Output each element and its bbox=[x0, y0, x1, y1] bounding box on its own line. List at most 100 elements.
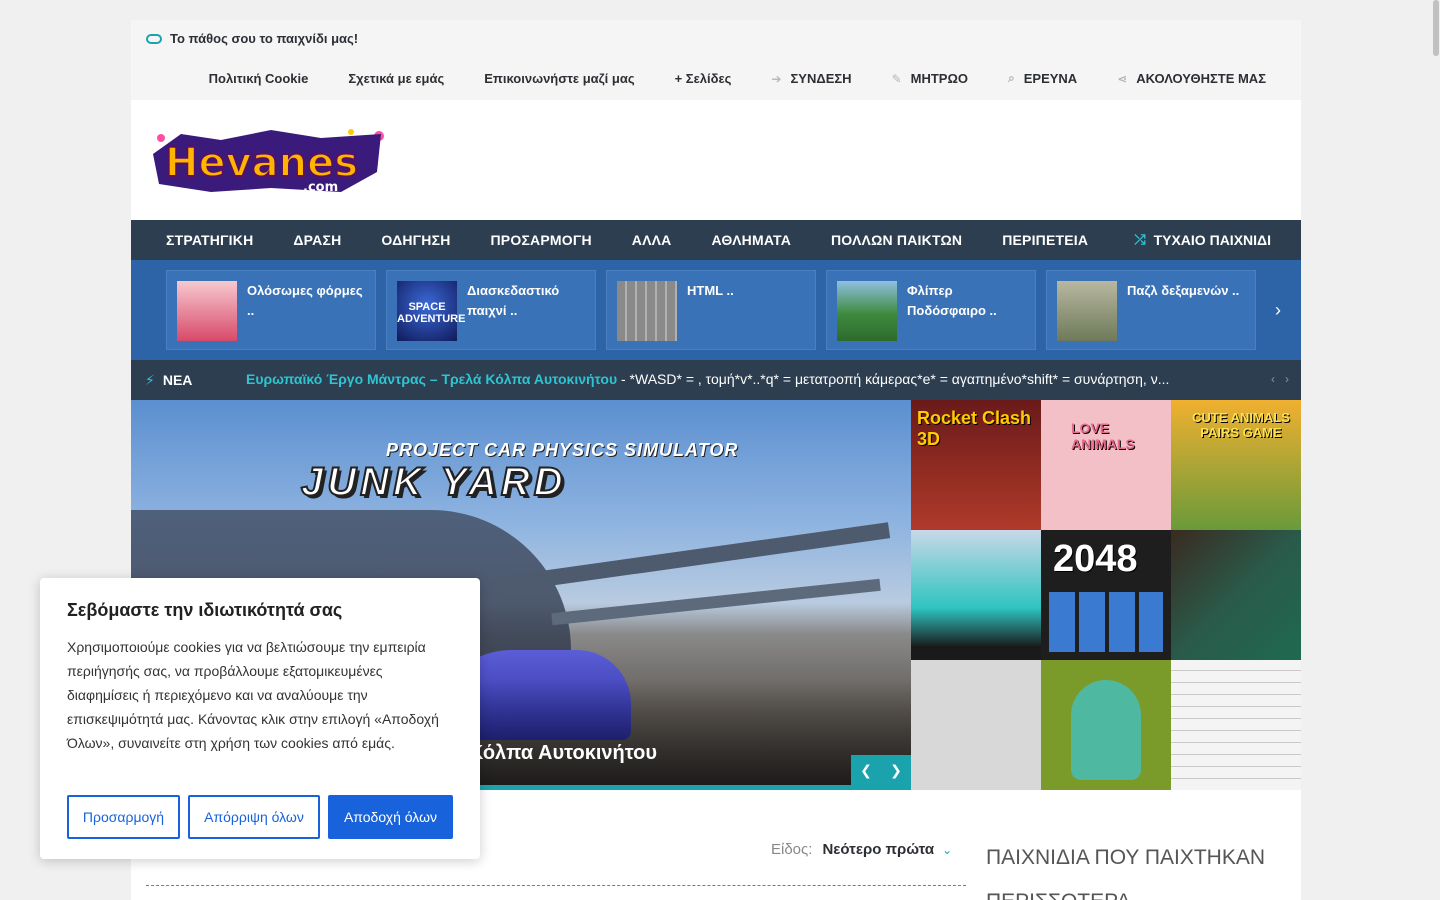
top-link-label: Σχετικά με εμάς bbox=[348, 71, 445, 86]
main-nav-items: ΣΤΡΑΤΗΓΙΚΗ ΔΡΑΣΗ ΟΔΗΓΗΣΗ ΠΡΟΣΑΡΜΟΓΗ ΑΛΛΑ… bbox=[131, 232, 1088, 248]
nav-item-action[interactable]: ΔΡΑΣΗ bbox=[293, 232, 341, 248]
card-thumbnail bbox=[617, 281, 677, 341]
tile-art bbox=[1071, 680, 1141, 780]
tagline-text: Το πάθος σου το παιχνίδι μας! bbox=[170, 31, 359, 46]
game-tile[interactable] bbox=[1171, 660, 1301, 790]
gamepad-icon bbox=[146, 33, 162, 44]
cookie-consent-banner: Σεβόμαστε την ιδιωτικότητά σας Χρησιμοπο… bbox=[40, 578, 480, 859]
nav-item-other[interactable]: ΑΛΛΑ bbox=[632, 232, 672, 248]
top-link-label: ΕΡΕΥΝΑ bbox=[1023, 71, 1078, 86]
sort-value: Νεότερο πρώτα bbox=[822, 841, 935, 858]
game-tile[interactable]: CUTE ANIMALS PAIRS GAME bbox=[1171, 400, 1301, 530]
featured-slider: Ολόσωμες φόρμες .. SPACE ADVENTURE Διασκ… bbox=[131, 260, 1301, 360]
slider-card[interactable]: SPACE ADVENTURE Διασκεδαστικό παιχνί .. bbox=[386, 270, 596, 350]
top-link-label: ΜΗΤΡΩΟ bbox=[910, 71, 968, 86]
shuffle-icon: ⤮ bbox=[1134, 231, 1146, 247]
card-title: Ολόσωμες φόρμες .. bbox=[247, 283, 363, 318]
slider-card[interactable]: HTML .. bbox=[606, 270, 816, 350]
game-tile[interactable] bbox=[1041, 660, 1171, 790]
card-thumbnail bbox=[837, 281, 897, 341]
tile-label: LOVE ANIMALS bbox=[1071, 420, 1135, 452]
top-link-search[interactable]: ⌕ ΕΡΕΥΝΑ bbox=[1008, 71, 1077, 86]
game-tile[interactable] bbox=[911, 660, 1041, 790]
top-link-label: + Σελίδες bbox=[674, 71, 732, 86]
ticker-headline[interactable]: Ευρωπαϊκό Έργο Μάντρας – Τρελά Κόλπα Αυτ… bbox=[246, 371, 617, 387]
top-bar: Το πάθος σου το παιχνίδι μας! Πολιτική C… bbox=[131, 20, 1301, 100]
top-link-more-pages[interactable]: + Σελίδες bbox=[675, 71, 732, 86]
sort-dropdown[interactable]: Είδος: Νεότερο πρώτα ⌄ bbox=[771, 841, 952, 858]
sort-label: Είδος: bbox=[771, 841, 813, 858]
tile-label: Rocket Clash 3D bbox=[917, 408, 1032, 449]
slider-card[interactable]: Παζλ δεξαμενών .. bbox=[1046, 270, 1256, 350]
cookie-reject-button[interactable]: Απόρριψη όλων bbox=[188, 795, 320, 839]
sidebar-most-played-title: ΠΑΙΧΝΙΔΙΑ ΠΟΥ ΠΑΙΧΤΗΚΑΝ ΠΕΡΙΣΣΟΤΕΡΑ bbox=[986, 846, 1266, 900]
ticker-arrows: ‹ › bbox=[1271, 372, 1289, 386]
tagline: Το πάθος σου το παιχνίδι μας! bbox=[146, 31, 358, 46]
ticker-news-item[interactable]: Ευρωπαϊκό Έργο Μάντρας – Τρελά Κόλπα Αυτ… bbox=[246, 371, 1231, 387]
game-tile[interactable]: Rocket Clash 3D bbox=[911, 400, 1041, 530]
chevron-right-icon[interactable]: ❯ bbox=[890, 762, 902, 779]
top-link-label: ΑΚΟΛΟΥΘΗΣΤΕ ΜΑΣ bbox=[1136, 71, 1266, 86]
cookie-title: Σεβόμαστε την ιδιωτικότητά σας bbox=[67, 600, 343, 620]
card-title: Παζλ δεξαμενών .. bbox=[1127, 283, 1240, 298]
main-nav: ΣΤΡΑΤΗΓΙΚΗ ΔΡΑΣΗ ΟΔΗΓΗΣΗ ΠΡΟΣΑΡΜΟΓΗ ΑΛΛΑ… bbox=[131, 220, 1301, 260]
hero-subtitle: PROJECT CAR PHYSICS SIMULATOR bbox=[386, 440, 739, 460]
tile-art bbox=[1049, 592, 1163, 652]
scrollbar-thumb[interactable] bbox=[1433, 0, 1439, 56]
bolt-icon: ⚡ bbox=[145, 371, 155, 388]
chevron-down-icon: ⌄ bbox=[942, 842, 953, 857]
top-link-label: ΣΥΝΔΕΣΗ bbox=[790, 71, 852, 86]
divider bbox=[146, 885, 966, 886]
top-link-follow[interactable]: ⋖ ΑΚΟΛΟΥΘΗΣΤΕ ΜΑΣ bbox=[1117, 71, 1266, 86]
slider-card[interactable]: Φλίπερ Ποδόσφαιρο .. bbox=[826, 270, 1036, 350]
top-link-cookie-policy[interactable]: Πολιτική Cookie bbox=[209, 71, 309, 86]
site-header: Hevanes .com bbox=[131, 100, 1301, 220]
nav-item-adventure[interactable]: ΠΕΡΙΠΕΤΕΙΑ bbox=[1002, 232, 1088, 248]
hero-title: JUNK YARD bbox=[300, 459, 567, 505]
game-tile[interactable] bbox=[1171, 530, 1301, 660]
card-title: HTML .. bbox=[687, 283, 734, 298]
nav-item-sports[interactable]: ΑΘΛΗΜΑΤΑ bbox=[711, 232, 791, 248]
page-scrollbar[interactable] bbox=[1432, 0, 1440, 900]
hero-caption[interactable]: ά Κόλπα Αυτοκινήτου bbox=[451, 742, 657, 765]
top-link-about[interactable]: Σχετικά με εμάς bbox=[348, 71, 444, 86]
hero-controls: ❮ ❯ bbox=[851, 755, 911, 785]
chevron-left-icon[interactable]: ‹ bbox=[1271, 372, 1275, 386]
game-tile[interactable]: LOVE ANIMALS bbox=[1041, 400, 1171, 530]
ticker-label: ⚡ ΝΕΑ bbox=[131, 360, 233, 400]
cookie-accept-button[interactable]: Αποδοχή όλων bbox=[328, 795, 453, 839]
top-links: Πολιτική Cookie Σχετικά με εμάς Επικοινω… bbox=[209, 71, 1266, 86]
top-link-contact[interactable]: Επικοινωνήστε μαζί μας bbox=[484, 71, 634, 86]
cookie-body: Χρησιμοποιούμε cookies για να βελτιώσουμ… bbox=[67, 639, 439, 751]
card-thumbnail: SPACE ADVENTURE bbox=[397, 281, 465, 341]
game-grid: Rocket Clash 3D LOVE ANIMALS CUTE ANIMAL… bbox=[911, 400, 1301, 790]
hero-scenery bbox=[551, 578, 881, 626]
game-tile[interactable] bbox=[911, 530, 1041, 660]
nav-item-multiplayer[interactable]: ΠΟΛΛΩΝ ΠΑΙΚΤΩΝ bbox=[831, 232, 962, 248]
card-title: Φλίπερ Ποδόσφαιρο .. bbox=[907, 283, 997, 318]
nav-item-strategy[interactable]: ΣΤΡΑΤΗΓΙΚΗ bbox=[166, 232, 253, 248]
cookie-customize-button[interactable]: Προσαρμογή bbox=[67, 795, 180, 839]
cookie-buttons: Προσαρμογή Απόρριψη όλων Αποδοχή όλων bbox=[67, 795, 453, 839]
chevron-right-icon[interactable]: › bbox=[1275, 300, 1281, 321]
share-icon: ⋖ bbox=[1117, 71, 1128, 86]
top-link-login[interactable]: ➔ ΣΥΝΔΕΣΗ bbox=[771, 71, 851, 86]
tile-label: CUTE ANIMALS PAIRS GAME bbox=[1192, 410, 1290, 440]
site-logo[interactable]: Hevanes .com bbox=[151, 126, 387, 196]
card-thumbnail bbox=[177, 281, 237, 341]
chevron-left-icon[interactable]: ❮ bbox=[860, 762, 872, 779]
nav-item-driving[interactable]: ΟΔΗΓΗΣΗ bbox=[381, 232, 450, 248]
game-tile[interactable]: 2048 bbox=[1041, 530, 1171, 660]
news-ticker: ⚡ ΝΕΑ Ευρωπαϊκό Έργο Μάντρας – Τρελά Κόλ… bbox=[131, 360, 1301, 400]
nav-item-simulation[interactable]: ΠΡΟΣΑΡΜΟΓΗ bbox=[491, 232, 592, 248]
top-link-label: Πολιτική Cookie bbox=[208, 71, 309, 86]
random-game-label: ΤΥΧΑΙΟ ΠΑΙΧΝΙΔΙ bbox=[1153, 231, 1271, 248]
chevron-right-icon[interactable]: › bbox=[1285, 372, 1289, 386]
slider-card[interactable]: Ολόσωμες φόρμες .. bbox=[166, 270, 376, 350]
card-thumbnail bbox=[1057, 281, 1117, 341]
ticker-text: - *WASD* = , τομή*v*..*q* = μετατροπή κά… bbox=[617, 371, 1170, 387]
top-link-register[interactable]: ✎ ΜΗΤΡΩΟ bbox=[892, 71, 968, 86]
ticker-label-text: ΝΕΑ bbox=[162, 372, 193, 388]
random-game-button[interactable]: ⤮ ΤΥΧΑΙΟ ΠΑΙΧΝΙΔΙ bbox=[1134, 231, 1271, 248]
logo-suffix: .com bbox=[303, 180, 338, 195]
